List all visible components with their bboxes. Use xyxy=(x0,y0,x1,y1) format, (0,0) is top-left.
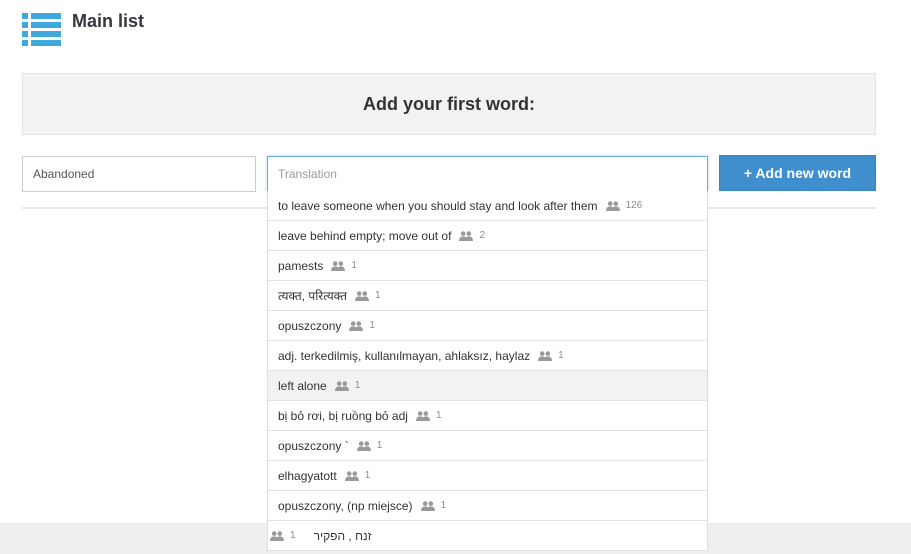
user-count: 1 xyxy=(558,350,564,361)
suggestion-item[interactable]: pamests 1 xyxy=(268,251,707,281)
users-icon xyxy=(349,320,364,331)
user-count: 1 xyxy=(351,260,357,271)
user-count: 1 xyxy=(435,410,442,421)
user-count: 1 xyxy=(374,290,381,301)
list-icon xyxy=(22,13,61,46)
suggestion-item[interactable]: opuszczony 1 xyxy=(268,311,707,341)
user-count: 1 xyxy=(369,320,375,331)
user-count: 1 xyxy=(364,470,371,481)
users-icon xyxy=(344,470,359,481)
suggestion-text: to leave someone when you should stay an… xyxy=(278,198,598,213)
users-icon xyxy=(270,530,284,541)
add-word-panel: Add your first word: xyxy=(22,73,876,135)
suggestion-item[interactable]: elhagyatott 1 xyxy=(268,461,707,491)
user-count: 2 xyxy=(479,230,485,241)
suggestion-text: pamests xyxy=(278,258,324,273)
users-icon xyxy=(331,260,346,271)
suggestion-item[interactable]: opuszczony ` 1 xyxy=(268,431,707,461)
suggestion-text: זנח , הפקיר xyxy=(313,528,372,543)
suggestion-text: bị bỏ rơi, bị ruồng bỏ adj xyxy=(278,408,408,423)
suggestion-item[interactable]: त्यक्त, परित्यक्त 1 xyxy=(268,281,707,311)
translation-suggestions-list: to leave someone when you should stay an… xyxy=(267,191,708,551)
suggestion-item[interactable]: left alone 1 xyxy=(268,371,707,401)
users-icon xyxy=(420,500,435,511)
user-count: 126 xyxy=(625,200,643,211)
suggestion-item[interactable]: to leave someone when you should stay an… xyxy=(268,191,707,221)
suggestion-text: elhagyatott xyxy=(278,468,337,483)
suggestion-text: opuszczony ` xyxy=(278,438,349,453)
suggestion-text: opuszczony xyxy=(278,318,342,333)
suggestion-text: leave behind empty; move out of xyxy=(278,228,452,243)
users-icon xyxy=(354,290,369,301)
user-count: 1 xyxy=(376,440,383,451)
users-icon xyxy=(459,230,474,241)
word-input[interactable] xyxy=(22,156,256,192)
suggestion-item[interactable]: adj. terkedilmiş, kullanılmayan, ahlaksı… xyxy=(268,341,707,371)
suggestion-item[interactable]: leave behind empty; move out of 2 xyxy=(268,221,707,251)
suggestion-text: adj. terkedilmiş, kullanılmayan, ahlaksı… xyxy=(278,348,531,363)
add-new-word-button[interactable]: + Add new word xyxy=(719,155,876,191)
users-icon xyxy=(334,380,349,391)
translation-input[interactable] xyxy=(267,156,708,192)
user-count: 1 xyxy=(290,530,296,541)
user-count: 1 xyxy=(440,500,447,511)
panel-heading: Add your first word: xyxy=(363,94,535,114)
suggestion-item[interactable]: opuszczony, (np miejsce) 1 xyxy=(268,491,707,521)
users-icon xyxy=(415,410,430,421)
suggestion-text: opuszczony, (np miejsce) xyxy=(278,498,413,513)
suggestion-text: त्यक्त, परित्यक्त xyxy=(278,289,347,303)
users-icon xyxy=(538,350,553,361)
user-count: 1 xyxy=(354,380,361,391)
suggestion-item[interactable]: 1 זנח , הפקיר xyxy=(268,521,707,551)
users-icon xyxy=(356,440,371,451)
users-icon xyxy=(605,200,620,211)
suggestion-text: left alone xyxy=(278,378,327,393)
page-title: Main list xyxy=(72,11,145,31)
suggestion-item[interactable]: bị bỏ rơi, bị ruồng bỏ adj 1 xyxy=(268,401,707,431)
